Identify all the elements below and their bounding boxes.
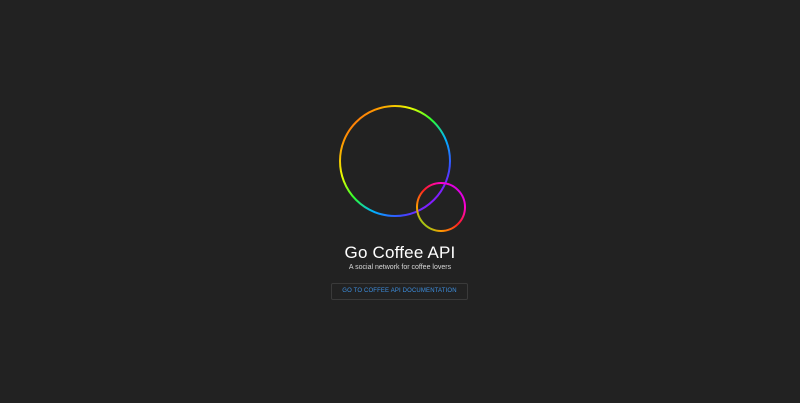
- documentation-button[interactable]: GO TO COFFEE API DOCUMENTATION: [331, 283, 468, 300]
- large-ring: [339, 105, 451, 217]
- page-title: Go Coffee API: [344, 243, 456, 262]
- coffee-rings-icon: [334, 100, 474, 240]
- page-subtitle: A social network for coffee lovers: [348, 264, 452, 271]
- coffee-rings-graphic: [339, 105, 466, 232]
